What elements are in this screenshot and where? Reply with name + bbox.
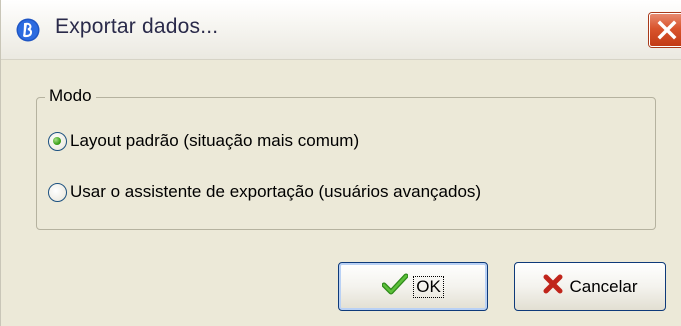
cancel-label: Cancelar (569, 276, 638, 296)
group-legend: Modo (45, 86, 96, 106)
ok-button[interactable]: OK (338, 262, 488, 311)
close-icon (657, 20, 677, 40)
cancel-button[interactable]: Cancelar (514, 262, 666, 311)
radio-option-export-wizard[interactable]: Usar o assistente de exportação (usuário… (48, 182, 481, 202)
close-button[interactable] (649, 13, 681, 47)
radio-button-unchecked[interactable] (48, 182, 67, 202)
radio-label: Usar o assistente de exportação (usuário… (70, 182, 482, 201)
x-icon (542, 273, 564, 300)
app-logo-icon (16, 18, 40, 42)
title-bar[interactable]: Exportar dados... (1, 0, 681, 60)
mode-group (36, 97, 656, 230)
checkmark-icon (381, 272, 409, 301)
ok-label: OK (413, 275, 444, 298)
radio-button-checked[interactable] (48, 131, 67, 151)
window-title: Exportar dados... (55, 15, 219, 38)
radio-label: Layout padrão (situação mais comum) (70, 131, 360, 150)
radio-option-standard-layout[interactable]: Layout padrão (situação mais comum) (48, 131, 359, 151)
export-dialog: Exportar dados... Modo Layout padrão (si… (0, 0, 681, 326)
